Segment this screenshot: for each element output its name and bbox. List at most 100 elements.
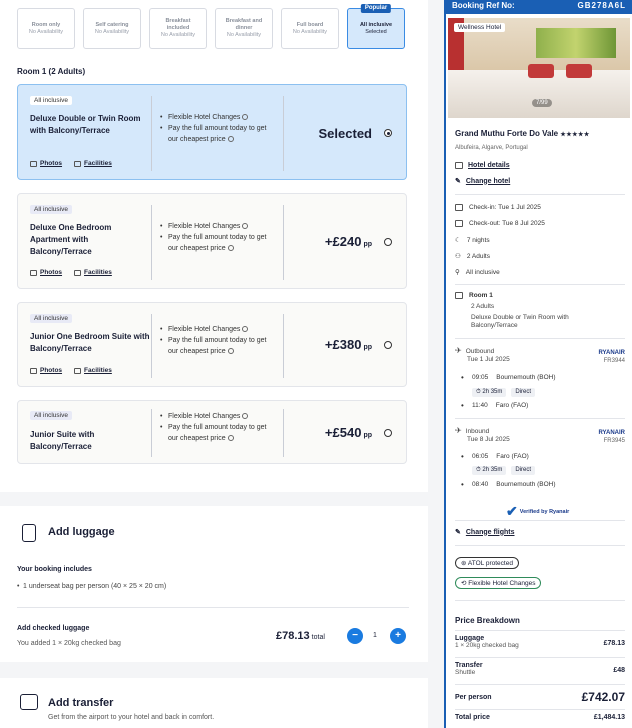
room-radio[interactable] [384, 238, 392, 246]
info-icon[interactable] [242, 326, 249, 333]
room-features: Flexible Hotel Changes Pay the full amou… [160, 221, 276, 254]
board-title: All inclusive [359, 21, 393, 28]
row-sub: Shuttle [455, 669, 476, 676]
info-icon[interactable] [227, 435, 234, 442]
inbound-label: Inbound [465, 428, 490, 435]
board-options: Room only No Availability Self catering … [17, 4, 405, 49]
luggage-price-value: £78.13 [276, 630, 310, 642]
pencil-icon: ✎ [455, 178, 461, 185]
hotel-name: Grand Muthu Forte Do Vale ★★★★★ [455, 129, 590, 138]
info-icon[interactable] [227, 348, 234, 355]
info-icon[interactable] [242, 413, 249, 420]
transfer-title: Add transfer [48, 697, 114, 709]
board-title: Breakfast included [165, 18, 191, 31]
room-heading: Room 1 (2 Adults) [17, 67, 86, 76]
image-counter: 7/99 [532, 99, 552, 107]
check-icon: ✔ [506, 503, 518, 519]
atol-badge: ⊛ ATOL protected [455, 557, 519, 569]
room-radio[interactable] [384, 129, 392, 137]
divider [455, 194, 625, 195]
divider [455, 600, 625, 601]
change-hotel-link[interactable]: ✎ Change hotel [455, 177, 510, 186]
divider [455, 657, 625, 658]
price-pp: pp [363, 432, 372, 439]
room-radio[interactable] [384, 341, 392, 349]
board-tag: All inclusive [30, 205, 72, 214]
duration-text: 2h 35m [482, 467, 503, 473]
image-pillow [566, 64, 592, 78]
increment-button[interactable]: + [390, 628, 406, 644]
image-painting [536, 28, 616, 58]
board-sub: No Availability [292, 28, 328, 35]
board-sub: No Availability [160, 32, 196, 38]
board-title: Room only [31, 21, 61, 28]
divider [283, 205, 284, 280]
room-option-deluxe-apartment[interactable]: All inclusive Deluxe One Bedroom Apartme… [17, 193, 407, 289]
hotel-details-link[interactable]: Hotel details [455, 162, 510, 169]
hotel-details-label: Hotel details [468, 162, 510, 169]
nights-text: 7 nights [466, 236, 490, 244]
change-flights-link[interactable]: ✎ Change flights [455, 528, 515, 537]
feature-pay: Pay the full amount today to get our che… [168, 424, 267, 442]
flex-badge: ⟲ Flexible Hotel Changes [455, 577, 542, 589]
price-pp: pp [363, 344, 372, 351]
photo-icon [30, 269, 37, 276]
per-person-price: £742.07 [581, 690, 625, 704]
price-value: +£380 [324, 337, 362, 352]
image-pillow [528, 64, 554, 78]
board-self-catering[interactable]: Self catering No Availability [83, 8, 141, 49]
info-icon[interactable] [227, 136, 234, 143]
direct-pill: Direct [511, 466, 536, 475]
board-sub: No Availability [28, 28, 64, 35]
photo-icon [30, 367, 37, 374]
divider [151, 314, 152, 378]
facilities-link[interactable]: Facilities [74, 367, 112, 374]
facilities-link[interactable]: Facilities [74, 160, 112, 167]
arr-place: Faro (FAO) [495, 402, 529, 409]
row-sub: 1 × 20kg checked bag [455, 642, 519, 649]
photos-link[interactable]: Photos [30, 269, 62, 276]
add-luggage-heading: Add checked luggage [17, 625, 90, 632]
price-value: +£540 [324, 425, 362, 440]
board-room-only[interactable]: Room only No Availability [17, 8, 75, 49]
divider [283, 314, 284, 378]
room-links: Photos Facilities [30, 367, 112, 374]
room-price: +£380 pp [325, 337, 372, 352]
room-option-junior-one-bedroom[interactable]: All inclusive Junior One Bedroom Suite w… [17, 302, 407, 387]
info-icon[interactable] [242, 223, 249, 230]
board-breakfast[interactable]: Breakfast included No Availability [149, 8, 207, 49]
room-option-junior-suite[interactable]: All inclusive Junior Suite with Balcony/… [17, 400, 407, 464]
board-all-inclusive[interactable]: Popular All inclusive Selected [347, 4, 405, 49]
room-summary-title: Room 1 [455, 292, 493, 299]
room-radio[interactable] [384, 429, 392, 437]
facilities-link[interactable]: Facilities [74, 269, 112, 276]
change-flights-label: Change flights [465, 528, 515, 536]
price-pp: pp [363, 241, 372, 248]
feature-pay: Pay the full amount today to get our che… [168, 234, 267, 252]
hotel-image[interactable]: Wellness Hotel 7/99 [448, 18, 630, 118]
total-row: Total price £1,484.13 [455, 714, 625, 721]
checkout-row: Check-out: Tue 8 Jul 2025 [455, 220, 545, 227]
airline-name: RYANAIR [598, 350, 625, 356]
info-icon[interactable] [227, 245, 234, 252]
document-icon [455, 162, 463, 169]
room-name: Junior One Bedroom Suite with Balcony/Te… [30, 332, 150, 353]
board-text: All inclusive [465, 268, 500, 276]
board-full-board[interactable]: Full board No Availability [281, 8, 339, 49]
outbound-airline: RYANAIR FR3944 [598, 349, 625, 365]
facilities-icon [74, 269, 82, 276]
ref-label: Booking Ref No: [452, 1, 515, 10]
feature-flex: Flexible Hotel Changes [168, 223, 241, 230]
room-option-deluxe-double[interactable]: All inclusive Deluxe Double or Twin Room… [17, 84, 407, 180]
board-sub: Selected [365, 28, 387, 35]
per-person-row: Per person £742.07 [455, 690, 625, 704]
photos-link[interactable]: Photos [30, 160, 62, 167]
decrement-button[interactable]: − [347, 628, 363, 644]
photos-link[interactable]: Photos [30, 367, 62, 374]
star-rating: ★★★★★ [560, 132, 590, 138]
price-breakdown-title: Price Breakdown [455, 616, 520, 625]
info-icon[interactable] [242, 114, 249, 121]
board-tag: All inclusive [30, 314, 72, 323]
board-breakfast-dinner[interactable]: Breakfast and dinner No Availability [215, 8, 273, 49]
room-links: Photos Facilities [30, 269, 112, 276]
